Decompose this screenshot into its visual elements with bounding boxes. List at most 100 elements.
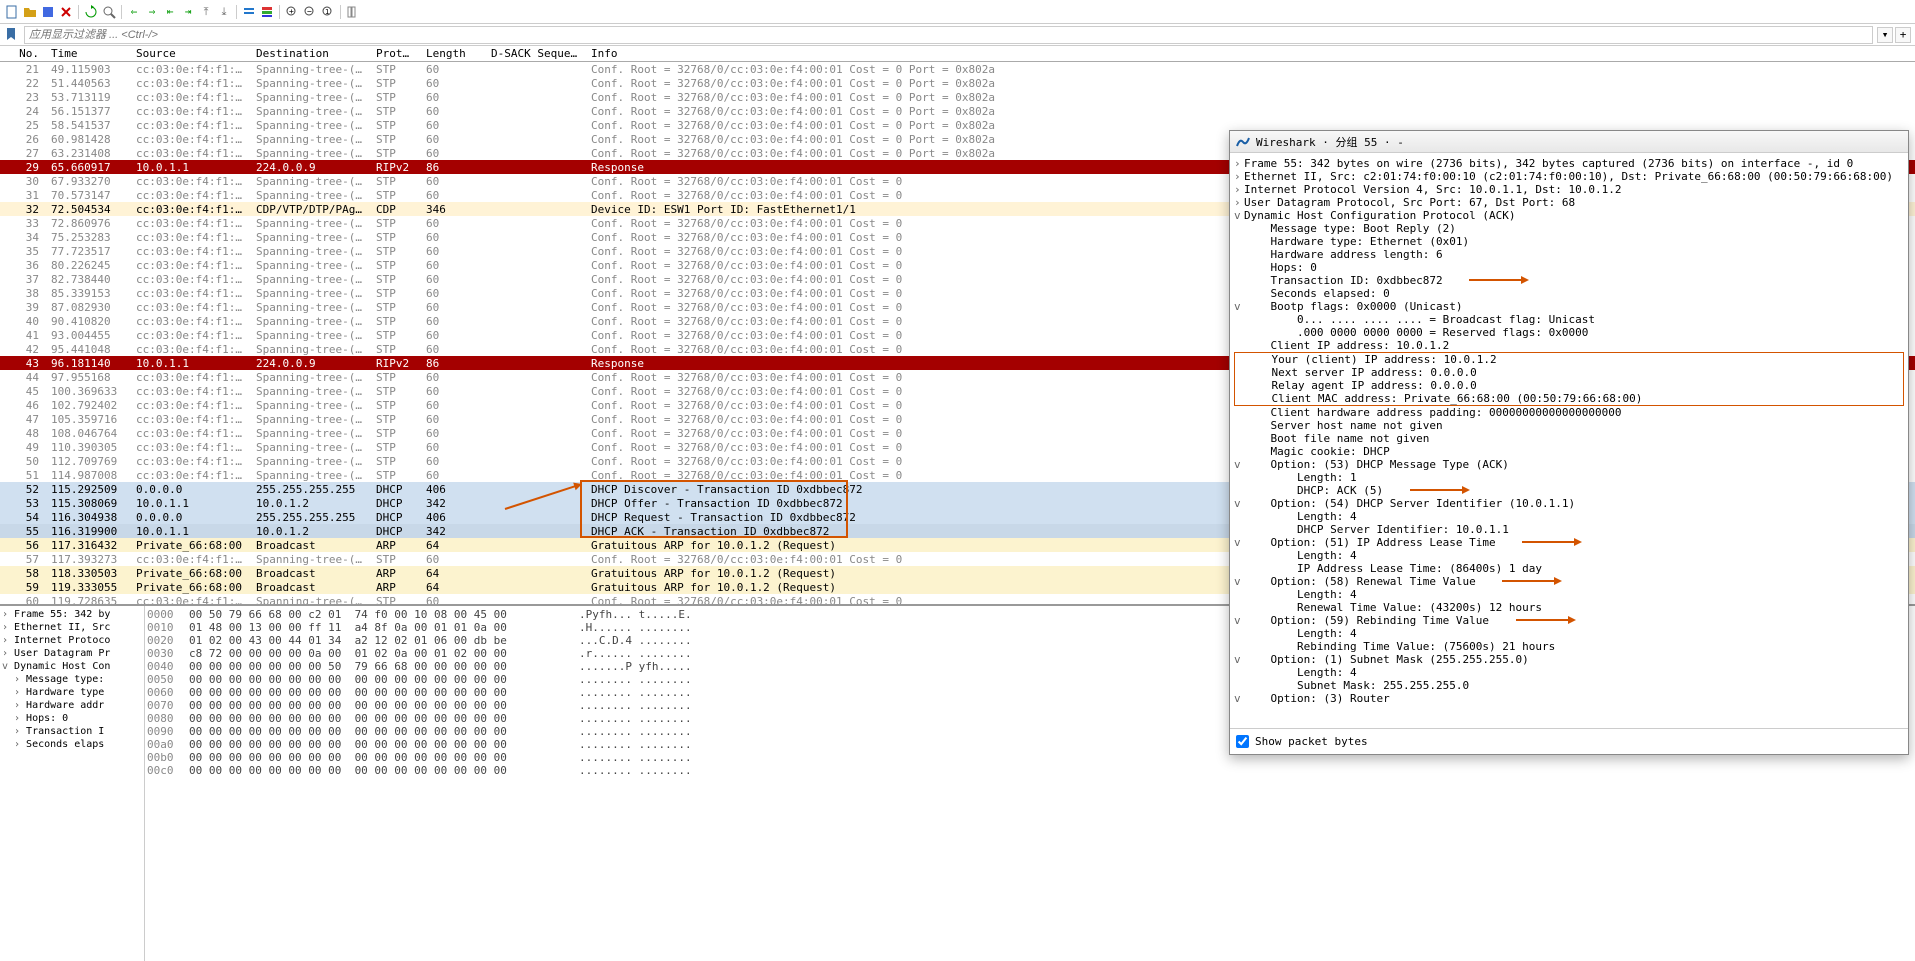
jump-back-icon[interactable]: ⇤ bbox=[162, 4, 178, 20]
detail-line[interactable]: v Option: (54) DHCP Server Identifier (1… bbox=[1234, 497, 1904, 510]
detail-line[interactable]: ›Frame 55: 342 bytes on wire (2736 bits)… bbox=[1234, 157, 1904, 170]
detail-line[interactable]: Relay agent IP address: 0.0.0.0 bbox=[1234, 379, 1904, 392]
popup-body[interactable]: ›Frame 55: 342 bytes on wire (2736 bits)… bbox=[1230, 153, 1908, 728]
show-packet-bytes-checkbox[interactable] bbox=[1236, 735, 1249, 748]
detail-line[interactable]: Client MAC address: Private_66:68:00 (00… bbox=[1234, 392, 1904, 406]
display-filter-input[interactable] bbox=[24, 26, 1873, 44]
tree-item[interactable]: Hardware type bbox=[2, 686, 142, 699]
detail-line[interactable]: Hops: 0 bbox=[1234, 261, 1904, 274]
packet-row[interactable]: 2251.440563cc:03:0e:f4:f1:01Spanning-tre… bbox=[0, 76, 1915, 90]
detail-line[interactable]: Renewal Time Value: (43200s) 12 hours bbox=[1234, 601, 1904, 614]
detail-line[interactable]: Length: 4 bbox=[1234, 627, 1904, 640]
tree-item[interactable]: Message type: bbox=[2, 673, 142, 686]
tree-item[interactable]: User Datagram Pr bbox=[2, 647, 142, 660]
tree-item[interactable]: Seconds elaps bbox=[2, 738, 142, 751]
packet-row[interactable]: 2149.115903cc:03:0e:f4:f1:01Spanning-tre… bbox=[0, 62, 1915, 76]
detail-line[interactable]: 0... .... .... .... = Broadcast flag: Un… bbox=[1234, 313, 1904, 326]
col-info[interactable]: Info bbox=[585, 46, 1915, 61]
detail-line[interactable]: v Option: (1) Subnet Mask (255.255.255.0… bbox=[1234, 653, 1904, 666]
detail-line[interactable]: ›User Datagram Protocol, Src Port: 67, D… bbox=[1234, 196, 1904, 209]
detail-line[interactable]: ›Ethernet II, Src: c2:01:74:f0:00:10 (c2… bbox=[1234, 170, 1904, 183]
expression-btn[interactable]: ▾ bbox=[1877, 27, 1893, 43]
detail-line[interactable]: Next server IP address: 0.0.0.0 bbox=[1234, 366, 1904, 379]
detail-line[interactable]: Rebinding Time Value: (75600s) 21 hours bbox=[1234, 640, 1904, 653]
detail-line[interactable]: Message type: Boot Reply (2) bbox=[1234, 222, 1904, 235]
detail-line[interactable]: Boot file name not given bbox=[1234, 432, 1904, 445]
detail-line[interactable]: IP Address Lease Time: (86400s) 1 day bbox=[1234, 562, 1904, 575]
detail-line[interactable]: v Option: (51) IP Address Lease Time bbox=[1234, 536, 1904, 549]
detail-line[interactable]: Hardware address length: 6 bbox=[1234, 248, 1904, 261]
zoom-in-icon[interactable]: + bbox=[284, 4, 300, 20]
back-icon[interactable]: ⇐ bbox=[126, 4, 142, 20]
bookmark-icon[interactable] bbox=[4, 27, 20, 43]
tree-item[interactable]: Transaction I bbox=[2, 725, 142, 738]
packet-row[interactable]: 2353.713119cc:03:0e:f4:f1:01Spanning-tre… bbox=[0, 90, 1915, 104]
folder-icon[interactable] bbox=[22, 4, 38, 20]
find-icon[interactable] bbox=[101, 4, 117, 20]
col-no[interactable]: No. bbox=[0, 46, 45, 61]
col-length[interactable]: Length bbox=[420, 46, 485, 61]
col-time[interactable]: Time bbox=[45, 46, 130, 61]
detail-line[interactable]: Length: 4 bbox=[1234, 666, 1904, 679]
detail-line[interactable]: Hardware type: Ethernet (0x01) bbox=[1234, 235, 1904, 248]
tree-item[interactable]: Ethernet II, Src bbox=[2, 621, 142, 634]
detail-line[interactable]: Your (client) IP address: 10.0.1.2 bbox=[1234, 352, 1904, 366]
detail-line[interactable]: Client IP address: 10.0.1.2 bbox=[1234, 339, 1904, 352]
show-packet-bytes-label: Show packet bytes bbox=[1255, 735, 1368, 748]
zoom-reset-icon[interactable]: 1 bbox=[320, 4, 336, 20]
tree-item[interactable]: Dynamic Host Con bbox=[2, 660, 142, 673]
detail-line[interactable]: Subnet Mask: 255.255.255.0 bbox=[1234, 679, 1904, 692]
popup-title: Wireshark · 分组 55 · - bbox=[1256, 134, 1404, 150]
detail-line[interactable]: Client hardware address padding: 0000000… bbox=[1234, 406, 1904, 419]
detail-line[interactable]: v Option: (58) Renewal Time Value bbox=[1234, 575, 1904, 588]
close-icon[interactable] bbox=[58, 4, 74, 20]
resize-columns-icon[interactable] bbox=[345, 4, 361, 20]
reload-icon[interactable] bbox=[83, 4, 99, 20]
detail-line[interactable]: v Bootp flags: 0x0000 (Unicast) bbox=[1234, 300, 1904, 313]
apply-filter-btn[interactable]: + bbox=[1895, 27, 1911, 43]
colorize-icon[interactable] bbox=[259, 4, 275, 20]
detail-line[interactable]: v Option: (59) Rebinding Time Value bbox=[1234, 614, 1904, 627]
detail-line[interactable]: Server host name not given bbox=[1234, 419, 1904, 432]
detail-line[interactable]: DHCP Server Identifier: 10.0.1.1 bbox=[1234, 523, 1904, 536]
zoom-out-icon[interactable]: − bbox=[302, 4, 318, 20]
packet-details-pane[interactable]: Frame 55: 342 byEthernet II, SrcInternet… bbox=[0, 606, 145, 961]
svg-text:+: + bbox=[289, 7, 294, 16]
detail-line[interactable]: vDynamic Host Configuration Protocol (AC… bbox=[1234, 209, 1904, 222]
detail-line[interactable]: Seconds elapsed: 0 bbox=[1234, 287, 1904, 300]
col-source[interactable]: Source bbox=[130, 46, 250, 61]
popup-footer: Show packet bytes bbox=[1230, 728, 1908, 754]
popup-titlebar[interactable]: Wireshark · 分组 55 · - bbox=[1230, 131, 1908, 153]
go-first-icon[interactable]: ⤒ bbox=[198, 4, 214, 20]
go-last-icon[interactable]: ⤓ bbox=[216, 4, 232, 20]
tree-item[interactable]: Hardware addr bbox=[2, 699, 142, 712]
save-icon[interactable] bbox=[40, 4, 56, 20]
detail-line[interactable]: v Option: (53) DHCP Message Type (ACK) bbox=[1234, 458, 1904, 471]
packet-list-header: No. Time Source Destination Protocol Len… bbox=[0, 46, 1915, 62]
packet-detail-popup: Wireshark · 分组 55 · - ›Frame 55: 342 byt… bbox=[1229, 130, 1909, 755]
svg-text:−: − bbox=[307, 7, 312, 16]
packet-row[interactable]: 2456.151377cc:03:0e:f4:f1:01Spanning-tre… bbox=[0, 104, 1915, 118]
detail-line[interactable]: .000 0000 0000 0000 = Reserved flags: 0x… bbox=[1234, 326, 1904, 339]
detail-line[interactable]: Length: 1 bbox=[1234, 471, 1904, 484]
col-destination[interactable]: Destination bbox=[250, 46, 370, 61]
file-icon[interactable] bbox=[4, 4, 20, 20]
autoscroll-icon[interactable] bbox=[241, 4, 257, 20]
tree-item[interactable]: Hops: 0 bbox=[2, 712, 142, 725]
detail-line[interactable]: Length: 4 bbox=[1234, 549, 1904, 562]
detail-line[interactable]: Length: 4 bbox=[1234, 510, 1904, 523]
col-protocol[interactable]: Protocol bbox=[370, 46, 420, 61]
display-filter-bar: ▾ + bbox=[0, 24, 1915, 46]
detail-line[interactable]: v Option: (3) Router bbox=[1234, 692, 1904, 705]
jump-fwd-icon[interactable]: ⇥ bbox=[180, 4, 196, 20]
col-dsack[interactable]: D-SACK Sequence bbox=[485, 46, 585, 61]
detail-line[interactable]: Transaction ID: 0xdbbec872 bbox=[1234, 274, 1904, 287]
detail-line[interactable]: ›Internet Protocol Version 4, Src: 10.0.… bbox=[1234, 183, 1904, 196]
detail-line[interactable]: Length: 4 bbox=[1234, 588, 1904, 601]
detail-line[interactable]: DHCP: ACK (5) bbox=[1234, 484, 1904, 497]
detail-line[interactable]: Magic cookie: DHCP bbox=[1234, 445, 1904, 458]
hex-row[interactable]: 00c0 00 00 00 00 00 00 00 00 00 00 00 00… bbox=[147, 764, 1913, 777]
tree-item[interactable]: Frame 55: 342 by bbox=[2, 608, 142, 621]
tree-item[interactable]: Internet Protoco bbox=[2, 634, 142, 647]
forward-icon[interactable]: ⇒ bbox=[144, 4, 160, 20]
